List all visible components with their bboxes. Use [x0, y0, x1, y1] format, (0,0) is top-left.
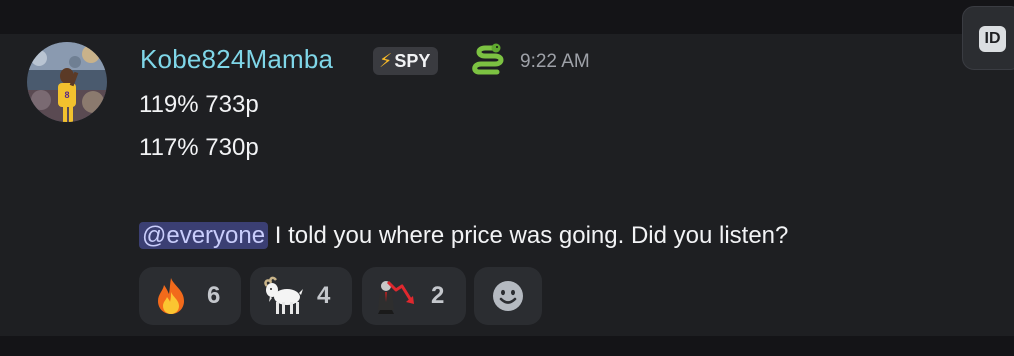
id-toggle-button[interactable]: ID [962, 6, 1014, 70]
avatar-image: 8 [27, 42, 107, 122]
avatar[interactable]: 8 [27, 42, 107, 122]
lightning-icon: ⚡ [379, 50, 393, 72]
fire-icon [158, 278, 184, 314]
add-emoji-icon [493, 281, 523, 311]
reaction-stock-down[interactable]: 2 [362, 267, 466, 325]
role-tag-label: SPY [394, 50, 431, 71]
id-icon: ID [979, 26, 1006, 52]
snake-icon [472, 43, 504, 75]
reaction-goat[interactable]: 4 [250, 267, 352, 325]
reaction-fire[interactable]: 6 [139, 267, 241, 325]
id-label: ID [984, 30, 1001, 47]
message-timestamp[interactable]: 9:22 AM [520, 51, 590, 73]
stock-down-icon [378, 280, 414, 314]
channel-top-edge [0, 0, 1014, 34]
add-reaction-button[interactable] [474, 267, 542, 325]
mention-everyone[interactable]: @everyone [139, 222, 269, 249]
reaction-count: 2 [431, 282, 445, 309]
message-line-1: 119% 733p [139, 91, 259, 118]
reaction-count: 4 [317, 282, 331, 309]
message-line-3: @everyone I told you where price was goi… [139, 222, 788, 250]
channel-bottom-edge [0, 336, 1014, 356]
author-name[interactable]: Kobe824Mamba [140, 44, 333, 75]
reaction-count: 6 [207, 282, 221, 309]
role-tag[interactable]: ⚡ SPY [373, 47, 439, 75]
svg-text:8: 8 [64, 90, 69, 100]
message-line-2: 117% 730p [139, 134, 259, 161]
message-body-text: I told you where price was going. Did yo… [274, 222, 789, 249]
goat-icon [264, 276, 303, 314]
